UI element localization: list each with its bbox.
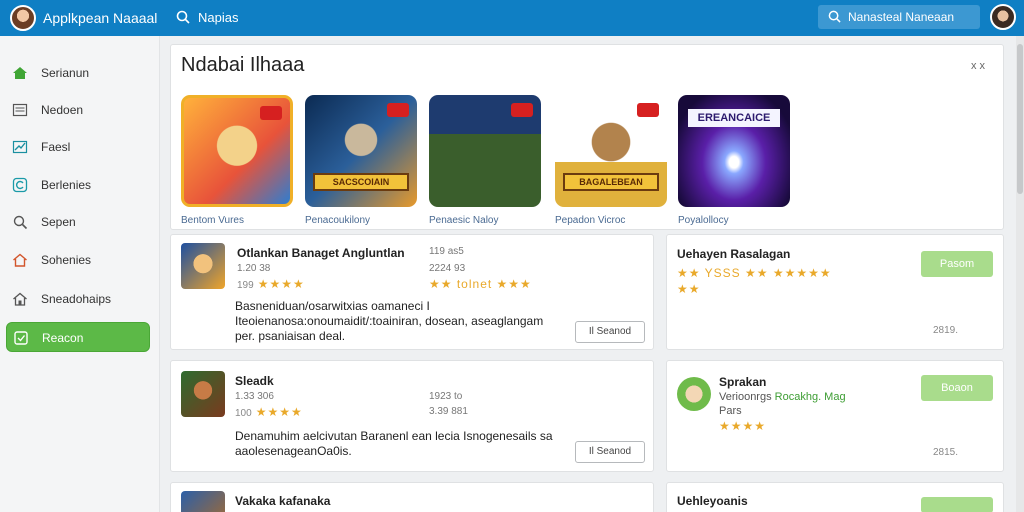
side-card-subtitle: Pars [719, 405, 742, 417]
side-card-stars: ★★★★ [719, 419, 767, 433]
search-icon[interactable] [176, 10, 190, 24]
app-title: Applkpean Naaaal [43, 10, 158, 26]
game-tile[interactable]: Bentom Vures [181, 95, 293, 226]
game-thumbnail[interactable] [429, 95, 541, 207]
game-tile[interactable]: SACSCOIAIN Penacoukilony [305, 95, 417, 226]
home-icon [13, 67, 27, 79]
home-outline-icon [13, 253, 27, 267]
search-input-icon [828, 10, 841, 23]
app-icon[interactable] [181, 491, 225, 512]
scrollbar[interactable] [1016, 36, 1024, 512]
sidebar-item-house[interactable]: Sneadohaips [6, 284, 150, 314]
search-placeholder: Nanasteal Naneaan [848, 10, 955, 24]
search-icon [13, 215, 28, 230]
boaon-button[interactable]: Boaon [921, 375, 993, 401]
review-side-meta: 119 as5 [429, 246, 464, 257]
game-label[interactable]: Penaesic Naloy [429, 215, 541, 226]
game-thumbnail[interactable]: EREANCAICE [678, 95, 790, 207]
game-tile[interactable]: BAGALEBEAN Pepadon Vicroc [555, 95, 667, 226]
sidebar-item-label: Reacon [42, 331, 84, 345]
review-side-meta: 3.39 881 [429, 406, 468, 417]
sidebar-item-label: Faesl [41, 140, 71, 154]
game-thumbnail[interactable] [181, 95, 293, 207]
game-label[interactable]: Poyalollocy [678, 215, 790, 226]
game-label[interactable]: Pepadon Vicroc [555, 215, 667, 226]
review-card: Vakaka kafanaka [170, 482, 654, 512]
green-button[interactable] [921, 497, 993, 512]
scrollbar-thumb[interactable] [1017, 44, 1023, 194]
app-icon[interactable] [181, 371, 225, 417]
review-card: Sleadk 1.33 306 100 ★★★★ 1923 to 3.39 881… [170, 360, 654, 472]
badge-icon [260, 106, 282, 120]
app-icon[interactable] [181, 243, 225, 289]
side-card-title[interactable]: Sprakan [719, 375, 766, 389]
side-card-subtitle: Verioonrgs Rocakhg. Mag [719, 391, 846, 403]
review-side-meta: 2224 93 [429, 263, 466, 274]
side-card: Uehleyoanis [666, 482, 1004, 512]
sidebar: Serianun Nedoen Faesl Berlenies Sepen So… [0, 36, 160, 512]
game-thumbnail[interactable]: BAGALEBEAN [555, 95, 667, 207]
seanod-button[interactable]: Il Seanod [575, 441, 645, 463]
app-avatar[interactable] [10, 5, 36, 31]
badge-icon [387, 103, 409, 117]
game-thumbnail[interactable]: SACSCOIAIN [305, 95, 417, 207]
badge-icon [637, 103, 659, 117]
sidebar-item-label: Serianun [41, 66, 90, 80]
game-tile[interactable]: Penaesic Naloy [429, 95, 541, 226]
sidebar-item-search[interactable]: Sepen [6, 207, 150, 237]
side-rating-stars: ★★ tolnet ★★★ [429, 277, 532, 291]
review-title[interactable]: Vakaka kafanaka [235, 494, 330, 508]
close-icon[interactable]: x x [971, 60, 985, 72]
review-card: Otlankan Banaget Angluntlan 1.20 38 199 ★… [170, 234, 654, 350]
sidebar-item-active[interactable]: Reacon [6, 322, 150, 352]
review-side-meta: 1923 to [429, 391, 463, 402]
review-description: Basneniduan/osarwitxias oamaneci I Iteoi… [235, 299, 544, 343]
game-tile[interactable]: EREANCAICE Poyalollocy [678, 95, 790, 226]
rating-stars: 199 ★★★★ [237, 277, 305, 291]
badge-icon [511, 103, 533, 117]
side-card-title[interactable]: Uehayen Rasalagan [677, 247, 790, 261]
side-card: Uehayen Rasalagan ★★ YSSS ★★ ★★★★★ ★★ Pa… [666, 234, 1004, 350]
chart-icon [12, 140, 28, 154]
featured-card: Ndabai Ilhaaa x x Bentom Vures SACSCOIAI… [170, 44, 1004, 230]
sidebar-item-label: Nedoen [41, 103, 84, 117]
note-icon [14, 331, 28, 345]
rating-stars: 100 ★★★★ [235, 405, 303, 419]
game-banner: SACSCOIAIN [313, 173, 409, 191]
side-card-footer: 2815. [933, 447, 959, 458]
featured-title: Ndabai Ilhaaa [181, 54, 305, 76]
side-card-footer: 2819. [933, 325, 959, 336]
game-label[interactable]: Bentom Vures [181, 215, 293, 226]
pasom-button[interactable]: Pasom [921, 251, 993, 277]
game-banner: BAGALEBEAN [563, 173, 659, 191]
sidebar-item-chart[interactable]: Faesl [6, 132, 150, 162]
search-label[interactable]: Napias [198, 10, 238, 25]
review-meta: 1.20 38 [237, 263, 271, 274]
review-title[interactable]: Sleadk [235, 374, 274, 388]
game-banner: EREANCAICE [688, 109, 780, 127]
user-avatar[interactable] [990, 4, 1016, 30]
house-icon [13, 292, 27, 306]
game-label[interactable]: Penacoukilony [305, 215, 417, 226]
app-avatar[interactable] [677, 377, 711, 411]
sidebar-item-refresh[interactable]: Berlenies [6, 170, 150, 200]
side-card: Sprakan Verioonrgs Rocakhg. Mag Pars ★★★… [666, 360, 1004, 472]
sidebar-item-home-outline[interactable]: Sohenies [6, 245, 150, 275]
review-description: Denamuhim aelcivutan Baranenl ean lecia … [235, 429, 553, 458]
review-title[interactable]: Otlankan Banaget Angluntlan [237, 246, 405, 260]
top-search-input[interactable]: Nanasteal Naneaan [818, 5, 980, 29]
list-icon [12, 103, 28, 117]
side-card-stars: ★★ YSSS ★★ ★★★★★ ★★ [677, 266, 832, 296]
side-card-title[interactable]: Uehleyoanis [677, 494, 748, 508]
sidebar-item-label: Sepen [41, 215, 76, 229]
top-bar: Applkpean Naaaal Napias Nanasteal Naneaa… [0, 0, 1024, 36]
sidebar-item-label: Berlenies [41, 178, 92, 192]
seanod-button[interactable]: Il Seanod [575, 321, 645, 343]
sidebar-item-label: Sneadohaips [41, 292, 112, 306]
review-meta: 1.33 306 [235, 391, 274, 402]
sidebar-item-label: Sohenies [41, 253, 92, 267]
sidebar-item-home[interactable]: Serianun [6, 58, 150, 88]
refresh-icon [12, 177, 28, 193]
sidebar-item-list[interactable]: Nedoen [6, 95, 150, 125]
